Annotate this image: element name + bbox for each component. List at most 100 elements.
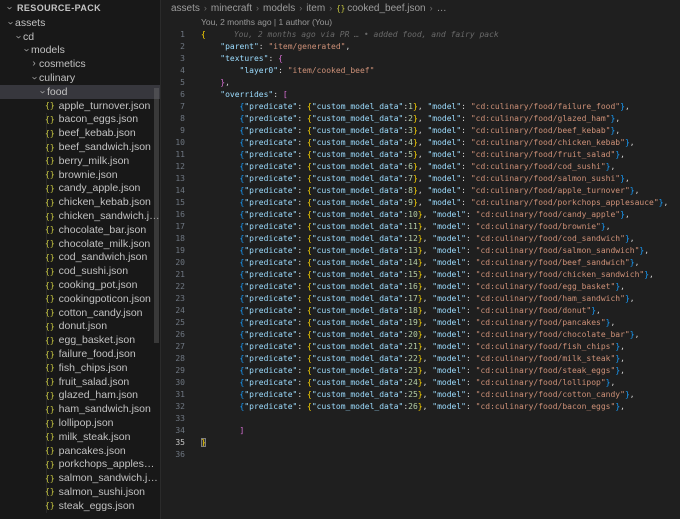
tree-item-pancakes[interactable]: {} pancakes.json [0, 444, 160, 458]
code-line[interactable]: {"predicate": {"custom_model_data":9}, "… [201, 197, 680, 209]
code-token: , [422, 330, 433, 339]
tree-item-salmon_sushi[interactable]: {} salmon_sushi.json [0, 485, 160, 499]
code-line[interactable]: {"predicate": {"custom_model_data":14}, … [201, 257, 680, 269]
code-token: "model" [432, 318, 466, 327]
code-line[interactable]: {"predicate": {"custom_model_data":13}, … [201, 245, 680, 257]
code-line[interactable]: {"predicate": {"custom_model_data":6}, "… [201, 161, 680, 173]
code-line[interactable]: {"predicate": {"custom_model_data":26}, … [201, 401, 680, 413]
code-line[interactable]: {"predicate": {"custom_model_data":18}, … [201, 305, 680, 317]
tree-item-brownie[interactable]: {} brownie.json [0, 168, 160, 182]
code-line[interactable]: {"predicate": {"custom_model_data":2}, "… [201, 113, 680, 125]
code-line[interactable]: {"predicate": {"custom_model_data":19}, … [201, 317, 680, 329]
code-token: "cd:culinary/food/chocolate_bar" [475, 330, 630, 339]
code-token: : [297, 198, 307, 207]
breadcrumb-item[interactable]: models [263, 3, 295, 14]
tree-item-culinary[interactable]: › culinary [0, 71, 160, 85]
tree-item-chocolate_bar[interactable]: {} chocolate_bar.json [0, 223, 160, 237]
code-line[interactable]: } [201, 437, 680, 449]
tree-item-beef_sandwich[interactable]: {} beef_sandwich.json [0, 140, 160, 154]
code-line[interactable]: {"predicate": {"custom_model_data":25}, … [201, 389, 680, 401]
tree-item-egg_basket[interactable]: {} egg_basket.json [0, 333, 160, 347]
tree-item-label: cod_sushi.json [58, 265, 129, 278]
breadcrumb-item[interactable]: {} cooked_beef.json [336, 3, 425, 14]
breadcrumb-item[interactable]: assets [171, 3, 200, 14]
tree-item-milk_steak[interactable]: {} milk_steak.json [0, 430, 160, 444]
tree-item-apple_turnover[interactable]: {} apple_turnover.json [0, 99, 160, 113]
code-line[interactable]: {"predicate": {"custom_model_data":10}, … [201, 209, 680, 221]
code-line[interactable]: "layer0": "item/cooked_beef" [201, 65, 680, 77]
code-line[interactable]: {"predicate": {"custom_model_data":8}, "… [201, 185, 680, 197]
tree-item-glazed_ham[interactable]: {} glazed_ham.json [0, 389, 160, 403]
tree-item-cod_sandwich[interactable]: {} cod_sandwich.json [0, 251, 160, 265]
code-token: "model" [432, 294, 466, 303]
code-line[interactable]: {"predicate": {"custom_model_data":1}, "… [201, 101, 680, 113]
tree-item-cod_sushi[interactable]: {} cod_sushi.json [0, 264, 160, 278]
tree-scrollbar[interactable] [154, 88, 159, 343]
code-line[interactable]: {"predicate": {"custom_model_data":23}, … [201, 365, 680, 377]
tree-item-beef_kebab[interactable]: {} beef_kebab.json [0, 126, 160, 140]
code-line[interactable]: {"predicate": {"custom_model_data":24}, … [201, 377, 680, 389]
code-line[interactable]: {"predicate": {"custom_model_data":21}, … [201, 341, 680, 353]
tree-item-models[interactable]: › models [0, 44, 160, 58]
tree-item-assets[interactable]: › assets [0, 16, 160, 30]
code-token: , [624, 210, 630, 219]
code-line[interactable]: }, [201, 77, 680, 89]
breadcrumb-item[interactable]: minecraft [211, 3, 252, 14]
tree-item-chicken_kebab[interactable]: {} chicken_kebab.json [0, 195, 160, 209]
tree-item-fruit_salad[interactable]: {} fruit_salad.json [0, 375, 160, 389]
code-line[interactable]: {"predicate": {"custom_model_data":5}, "… [201, 149, 680, 161]
tree-item-cotton_candy[interactable]: {} cotton_candy.json [0, 306, 160, 320]
tree-item-donut[interactable]: {} donut.json [0, 320, 160, 334]
line-number: 17 [175, 222, 185, 231]
chevron-down-icon: › [37, 90, 48, 94]
code-token: "model" [427, 162, 462, 171]
code-line[interactable]: "textures": { [201, 53, 680, 65]
code-line[interactable] [201, 413, 680, 425]
line-number: 36 [175, 450, 185, 459]
tree-item-food[interactable]: › food [0, 84, 160, 99]
code-token: "custom_model_data" [311, 162, 404, 171]
code-line[interactable]: {"predicate": {"custom_model_data":11}, … [201, 221, 680, 233]
gitlens-codelens[interactable]: You, 2 months ago | 1 author (You) [201, 16, 680, 29]
code-line[interactable]: "parent": "item/generated", [201, 41, 680, 53]
explorer-section-header[interactable]: › RESOURCE-PACK [0, 0, 160, 16]
editor-code[interactable]: You, 2 months ago | 1 author (You) {You,… [199, 16, 680, 519]
tree-item-fish_chips[interactable]: {} fish_chips.json [0, 361, 160, 375]
tree-item-failure_food[interactable]: {} failure_food.json [0, 347, 160, 361]
tree-item-cookingpoticon[interactable]: {} cookingpoticon.json [0, 292, 160, 306]
tree-item-cd[interactable]: › cd [0, 30, 160, 44]
code-token: : [297, 270, 307, 279]
tree-item-salmon_sandwich[interactable]: {} salmon_sandwich.json [0, 471, 160, 485]
code-line[interactable]: {"predicate": {"custom_model_data":7}, "… [201, 173, 680, 185]
code-line[interactable]: {"predicate": {"custom_model_data":22}, … [201, 353, 680, 365]
code-line[interactable]: {"predicate": {"custom_model_data":17}, … [201, 293, 680, 305]
code-line[interactable]: {"predicate": {"custom_model_data":16}, … [201, 281, 680, 293]
tree-item-chocolate_milk[interactable]: {} chocolate_milk.json [0, 237, 160, 251]
code-line[interactable]: {You, 2 months ago via PR … • added food… [201, 29, 680, 41]
code-line[interactable]: {"predicate": {"custom_model_data":15}, … [201, 269, 680, 281]
code-token: : [297, 282, 307, 291]
tree-item-ham_sandwich[interactable]: {} ham_sandwich.json [0, 402, 160, 416]
tree-item-cooking_pot[interactable]: {} cooking_pot.json [0, 278, 160, 292]
tree-item-lollipop[interactable]: {} lollipop.json [0, 416, 160, 430]
tree-item-berry_milk[interactable]: {} berry_milk.json [0, 154, 160, 168]
code-line[interactable]: {"predicate": {"custom_model_data":20}, … [201, 329, 680, 341]
code-token: "model" [432, 390, 466, 399]
code-line[interactable]: "overrides": [ [201, 89, 680, 101]
code-line[interactable]: {"predicate": {"custom_model_data":4}, "… [201, 137, 680, 149]
breadcrumb-item[interactable]: … [437, 3, 447, 14]
tree-item-steak_eggs[interactable]: {} steak_eggs.json [0, 499, 160, 513]
code-line[interactable] [201, 449, 680, 461]
code-line[interactable]: {"predicate": {"custom_model_data":3}, "… [201, 125, 680, 137]
tree-item-cosmetics[interactable]: › cosmetics [0, 57, 160, 71]
code-token: "predicate" [244, 174, 298, 183]
code-line[interactable]: {"predicate": {"custom_model_data":12}, … [201, 233, 680, 245]
tree-item-chicken_sandwich[interactable]: {} chicken_sandwich.json [0, 209, 160, 223]
code-line[interactable]: ] [201, 425, 680, 437]
breadcrumb-item[interactable]: item [306, 3, 325, 14]
code-token: "custom_model_data" [311, 234, 404, 243]
tree-item-candy_apple[interactable]: {} candy_apple.json [0, 182, 160, 196]
tree-item-bacon_eggs[interactable]: {} bacon_eggs.json [0, 113, 160, 127]
tree-item-porkchops_applesauce[interactable]: {}porkchops_applesauce.json [0, 458, 160, 472]
